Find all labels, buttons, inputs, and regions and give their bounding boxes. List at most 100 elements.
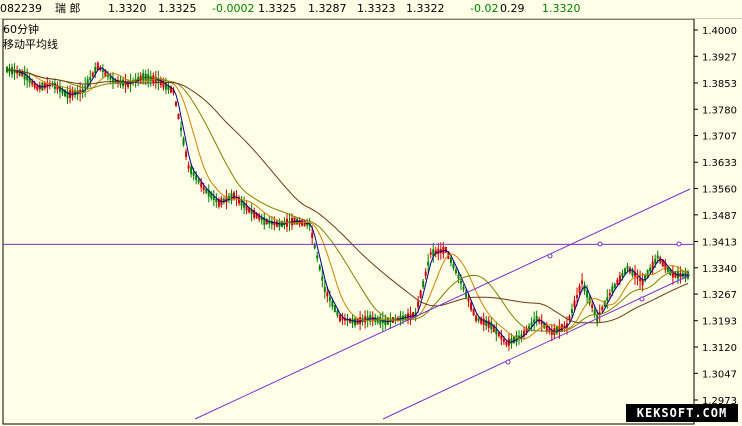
candle-body bbox=[608, 292, 611, 296]
candle-body bbox=[462, 286, 465, 290]
trendline-anchor-point bbox=[547, 253, 553, 259]
y-tick-label: 1.3927 bbox=[702, 52, 737, 63]
candle-body bbox=[512, 336, 515, 344]
candle-body bbox=[616, 279, 619, 285]
candle-body bbox=[472, 309, 475, 316]
candle-body bbox=[331, 300, 334, 307]
candle-body bbox=[318, 265, 321, 270]
candle-body bbox=[427, 261, 430, 266]
quote-value-4: 1.3322 bbox=[406, 2, 445, 15]
y-tick-label: 1.3487 bbox=[702, 211, 737, 222]
y-tick-label: 1.3707 bbox=[702, 132, 737, 143]
candle-body bbox=[200, 182, 203, 188]
candle-body bbox=[182, 138, 185, 145]
candle-body bbox=[477, 318, 480, 321]
candle-body bbox=[510, 338, 513, 344]
candle-body bbox=[586, 290, 589, 298]
quote-open: 1.3320 bbox=[108, 2, 147, 15]
trendline-anchor-point bbox=[597, 241, 603, 247]
y-tick-label: 1.3413 bbox=[702, 237, 737, 248]
candle-body bbox=[613, 283, 616, 288]
candle-body bbox=[278, 222, 281, 228]
y-tick-label: 1.3120 bbox=[702, 343, 737, 354]
candle-body bbox=[470, 302, 473, 311]
candle-body bbox=[197, 180, 200, 183]
candle-body bbox=[192, 172, 195, 176]
y-tick-label: 1.3853 bbox=[702, 79, 737, 90]
candle-body bbox=[142, 73, 145, 81]
price-chart: 1.4000 1.3927 1.3853 1.3780 1.3707 1.3633 1.35… bbox=[2, 18, 737, 425]
candle-body bbox=[482, 318, 485, 325]
quote-value-5: -0.02 bbox=[470, 2, 499, 15]
y-tick-label: 1.3267 bbox=[702, 290, 737, 301]
trendline-anchor-point bbox=[676, 241, 682, 247]
y-tick-label: 1.3780 bbox=[702, 105, 737, 116]
candle-body bbox=[452, 263, 455, 269]
candle-body bbox=[621, 273, 624, 277]
candle-body bbox=[457, 274, 460, 279]
candle-body bbox=[601, 307, 604, 311]
candle-body bbox=[444, 246, 447, 253]
candle-body bbox=[311, 232, 314, 238]
candle-body bbox=[654, 258, 657, 264]
candle-body bbox=[603, 300, 606, 308]
candle-body bbox=[581, 280, 584, 284]
candle-body bbox=[424, 271, 427, 276]
candle-body bbox=[454, 269, 457, 273]
candle-body bbox=[530, 322, 533, 327]
candle-body bbox=[500, 335, 503, 340]
candle-body bbox=[578, 286, 581, 293]
indicator-label: 移动平均线 bbox=[3, 38, 58, 51]
quote-code: 082239 bbox=[0, 2, 42, 15]
quote-value-7: 1.3320 bbox=[542, 2, 581, 15]
trendline-anchor-point bbox=[505, 359, 511, 365]
candle-body bbox=[487, 320, 490, 328]
candle-body bbox=[576, 295, 579, 299]
candle-body bbox=[187, 165, 190, 169]
quote-value-1: 1.3325 bbox=[258, 2, 297, 15]
candle-body bbox=[326, 292, 329, 297]
candle-body bbox=[540, 321, 543, 325]
chart-labels: 60分钟 移动平均线 bbox=[3, 22, 58, 52]
candle-body bbox=[230, 193, 233, 201]
candle-body bbox=[338, 315, 341, 322]
candle-body bbox=[649, 267, 652, 272]
candle-body bbox=[174, 101, 177, 106]
candle-body bbox=[591, 304, 594, 309]
y-tick-label: 1.3633 bbox=[702, 158, 737, 169]
ma-short-line bbox=[6, 67, 688, 343]
candle-body bbox=[429, 252, 432, 255]
candle-body bbox=[185, 151, 188, 158]
ma-longest-line bbox=[6, 69, 689, 324]
candle-body bbox=[535, 315, 538, 321]
candle-body bbox=[190, 166, 193, 175]
candle-body bbox=[202, 187, 205, 190]
candle-body bbox=[497, 332, 500, 337]
quote-high: 1.3325 bbox=[158, 2, 197, 15]
candle-body bbox=[593, 309, 596, 315]
candle-body bbox=[354, 318, 357, 326]
candle-body bbox=[321, 276, 324, 281]
candle-body bbox=[417, 301, 420, 308]
quote-value-3: 1.3323 bbox=[357, 2, 396, 15]
candle-body bbox=[336, 311, 339, 316]
candle-body bbox=[89, 77, 92, 81]
candle-body bbox=[533, 319, 536, 323]
candle-body bbox=[460, 280, 462, 284]
y-tick-label: 1.3340 bbox=[702, 264, 737, 275]
quote-name: 瑞 郎 bbox=[55, 2, 81, 15]
chart-frame: 1.4000 1.3927 1.3853 1.3780 1.3707 1.3633 1.35… bbox=[0, 0, 742, 426]
candle-body bbox=[328, 297, 331, 301]
candle-body bbox=[490, 321, 493, 330]
candle-body bbox=[177, 113, 180, 120]
quote-header: 082239 瑞 郎 1.3320 1.3325 -0.0002 1.3325 … bbox=[0, 0, 742, 19]
candle-body bbox=[656, 255, 659, 259]
candle-body bbox=[91, 72, 94, 77]
candle-body bbox=[233, 192, 235, 199]
candle-body bbox=[96, 62, 99, 70]
candle-body bbox=[671, 272, 674, 278]
y-tick-label: 1.3193 bbox=[702, 317, 737, 328]
ma-mid-line bbox=[6, 69, 689, 340]
plot-border bbox=[2, 18, 695, 425]
trendline-anchor-point bbox=[639, 296, 645, 302]
